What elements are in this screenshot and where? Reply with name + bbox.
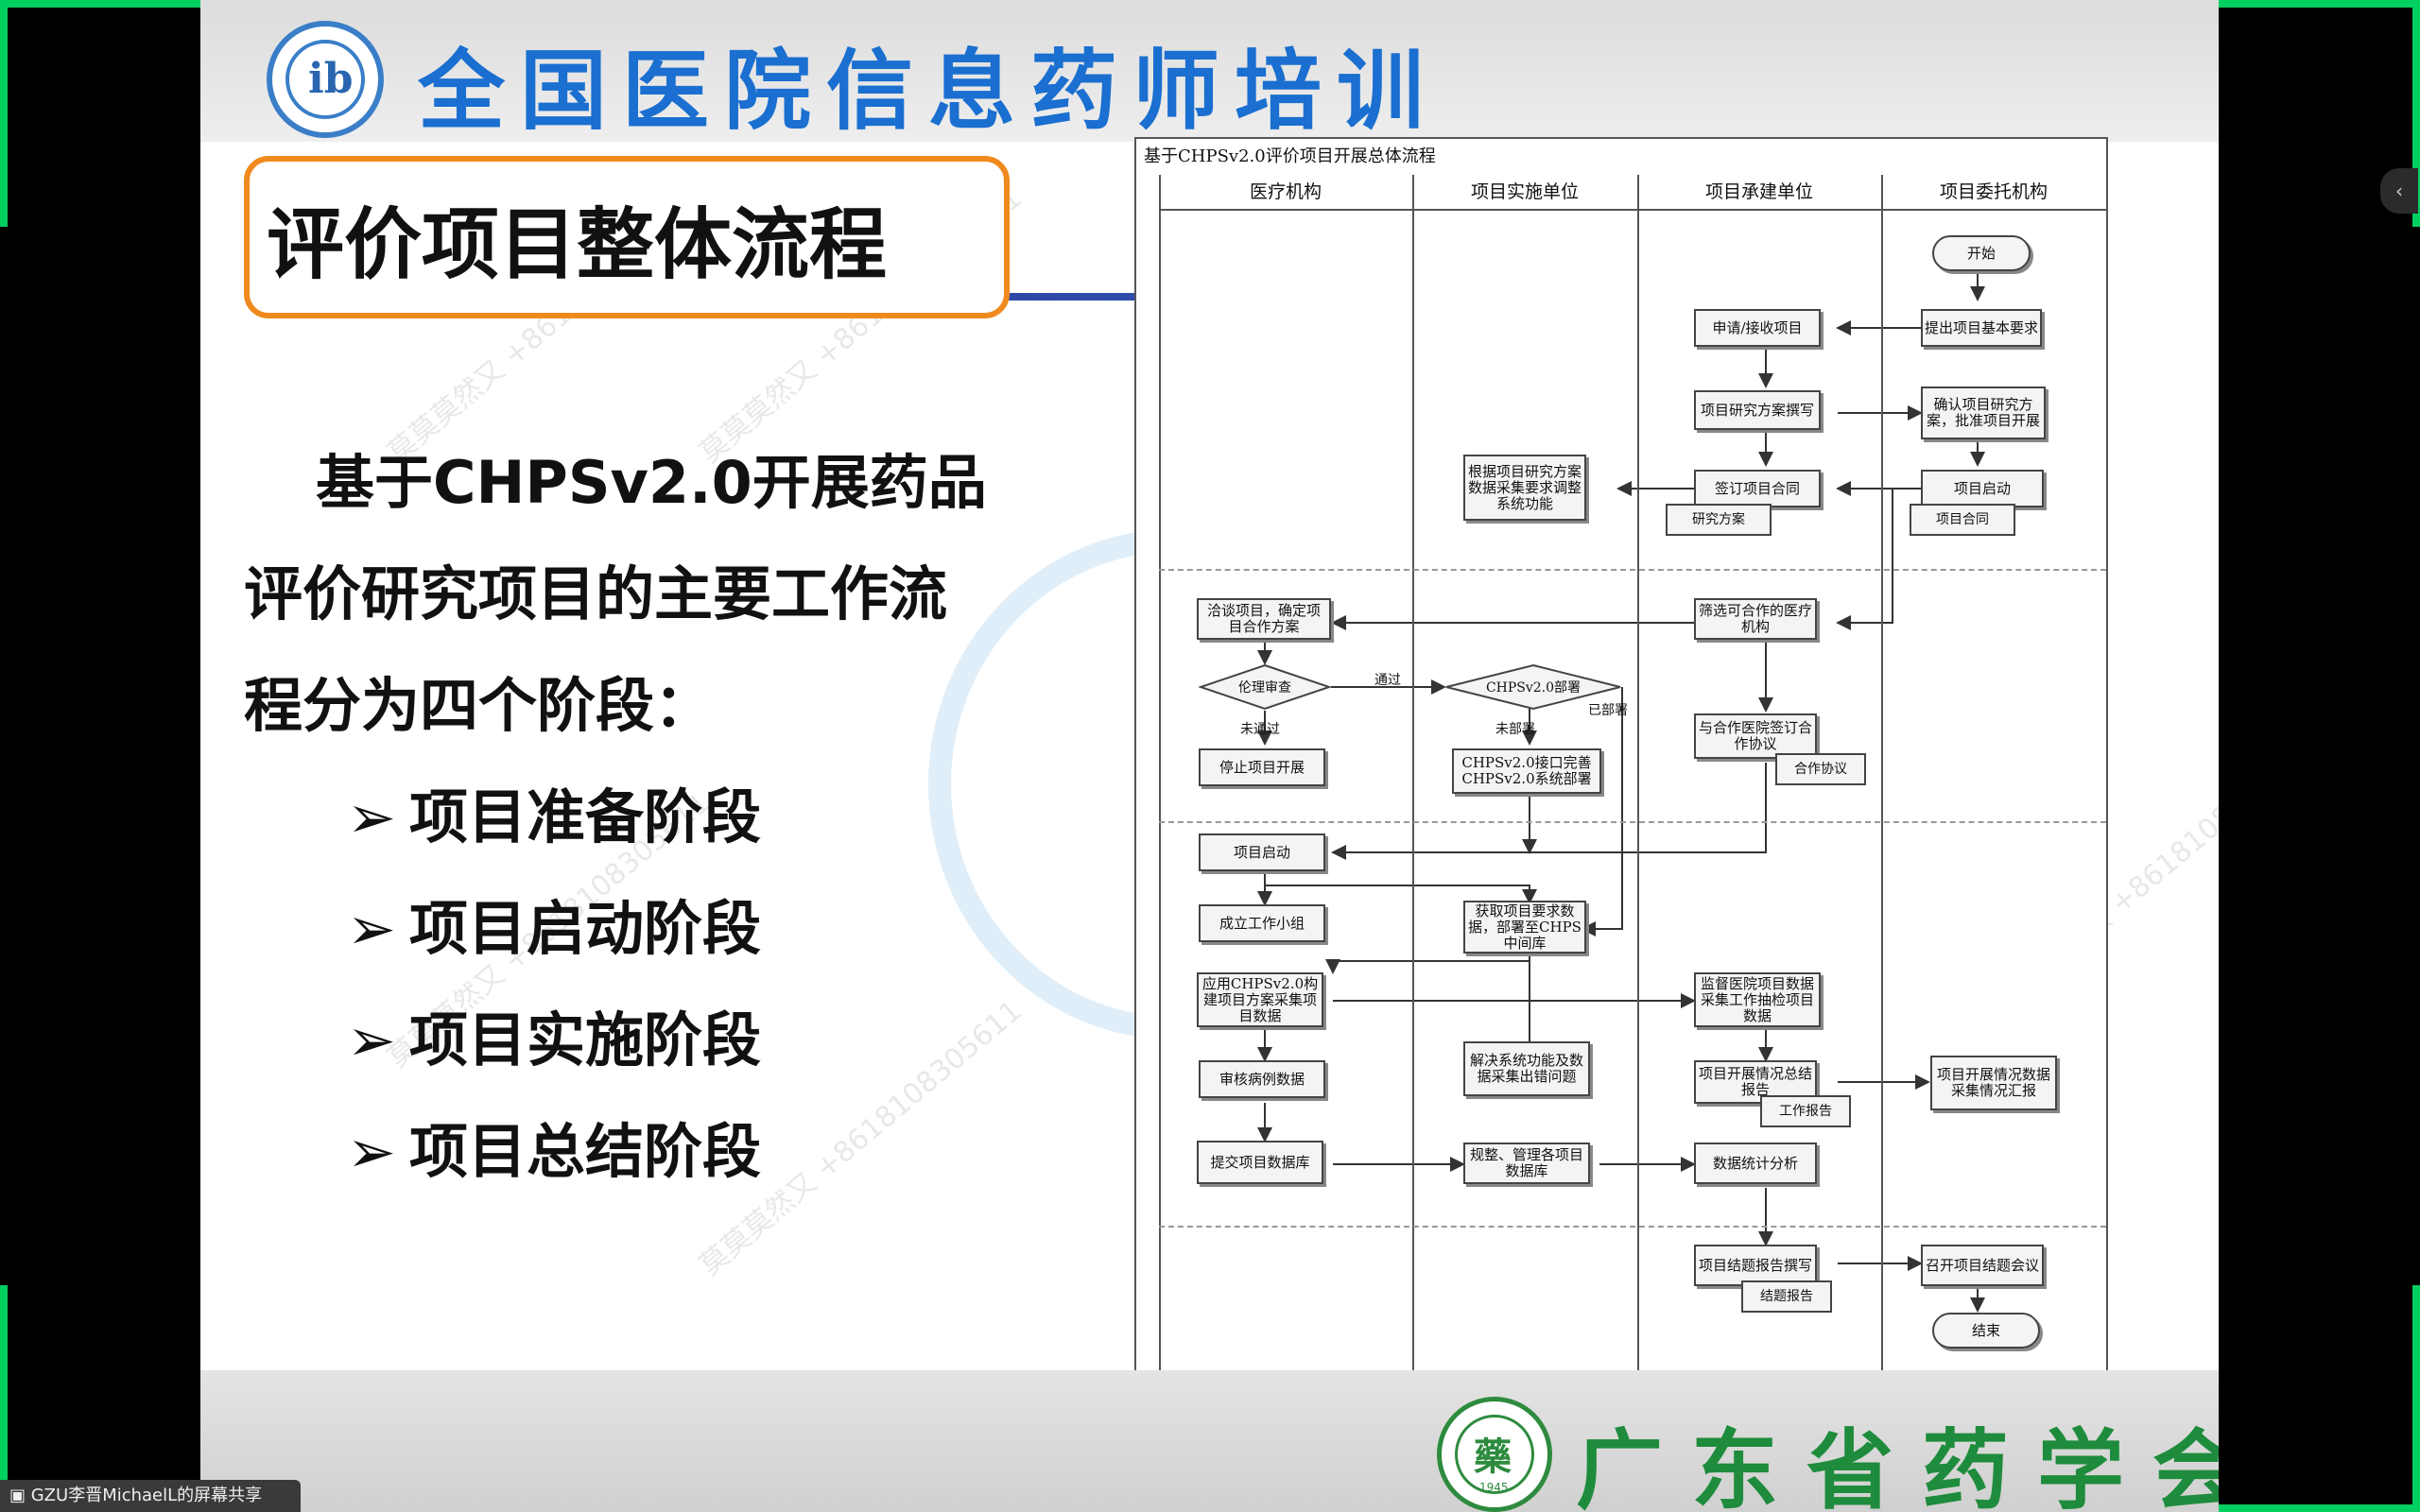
lane-divider [1159, 175, 1161, 1378]
interface-deploy-node: CHPSv2.0接口完善 CHPSv2.0系统部署 [1452, 748, 1601, 794]
intro-line: 程分为四个阶段： [244, 671, 714, 740]
pass-label: 通过 [1374, 673, 1401, 688]
agreement-document: 合作协议 [1775, 753, 1866, 785]
intro-line: 评价研究项目的主要工作流 [244, 559, 948, 628]
research-plan-document: 研究方案 [1666, 504, 1772, 536]
solve-issues-node: 解决系统功能及数据采集出错问题 [1463, 1041, 1590, 1096]
phase-divider [1159, 821, 2106, 823]
corner-bracket-bottom-left-v [0, 1285, 8, 1512]
lane-header: 项目承建单位 [1637, 175, 1881, 211]
negotiate-node: 洽谈项目，确定项目合作方案 [1197, 598, 1331, 640]
stage-item: ➢ 项目实施阶段 [347, 992, 761, 1077]
apply-chps-node: 应用CHPSv2.0构建项目方案采集项目数据 [1197, 972, 1323, 1027]
arrow-bullet-icon: ➢ [347, 1117, 396, 1186]
stop-project-node: 停止项目开展 [1199, 748, 1325, 786]
intro-line: 基于CHPSv2.0开展药品 [316, 448, 987, 517]
work-report-document: 工作报告 [1760, 1095, 1851, 1127]
lane-header: 医疗机构 [1159, 175, 1412, 211]
draft-plan-node: 项目研究方案撰写 [1694, 390, 1821, 430]
lane-divider [2106, 175, 2108, 1378]
organize-database-node: 规整、管理各项目数据库 [1463, 1143, 1590, 1184]
lane-divider [1412, 175, 1414, 1378]
project-launch-node: 项目启动 [1199, 833, 1325, 871]
submit-requirements-node: 提出项目基本要求 [1921, 309, 2042, 347]
corner-bracket-top-right [2193, 0, 2420, 8]
audit-cases-node: 审核病例数据 [1199, 1060, 1325, 1098]
ethics-review-label: 伦理审查 [1238, 680, 1291, 696]
lane-divider [1637, 175, 1639, 1378]
get-data-node: 获取项目要求数据，部署至CHPS中间库 [1463, 901, 1586, 954]
arrow-bullet-icon: ➢ [347, 782, 396, 851]
sign-agreement-node: 与合作医院签订合作协议 [1694, 713, 1817, 759]
not-passed-label: 未通过 [1240, 722, 1280, 737]
screen-share-label: GZU李晋MichaelL的屏幕共享 [30, 1486, 263, 1505]
stage-item: ➢ 项目启动阶段 [347, 881, 761, 966]
flowchart: 基于CHPSv2.0评价项目开展总体流程 医疗机构 项目实施单位 项目承建单位 … [1134, 137, 2108, 1378]
phase-divider [1159, 569, 2106, 571]
corner-bracket-bottom-right-v [2412, 1285, 2420, 1512]
slide: ib 全国医院信息药师培训 莫莫莫然又 +8618108305611 莫莫莫然又… [200, 0, 2219, 1512]
screen-share-icon: ▣ [9, 1486, 31, 1505]
stage-label: 项目启动阶段 [408, 894, 761, 963]
pharmaceutical-association-seal-icon: 藥 1945 [1437, 1397, 1552, 1512]
not-deployed-label: 未部署 [1495, 722, 1535, 737]
seal-character: 藥 [1474, 1435, 1512, 1479]
flowchart-title: 基于CHPSv2.0评价项目开展总体流程 [1144, 146, 1436, 166]
stage-label: 项目准备阶段 [408, 782, 761, 851]
lane-header: 项目实施单位 [1412, 175, 1637, 211]
deployed-label: 已部署 [1588, 703, 1628, 718]
confirm-plan-node: 确认项目研究方案，批准项目开展 [1921, 387, 2046, 439]
supervise-node: 监督医院项目数据采集工作抽检项目数据 [1694, 972, 1821, 1027]
form-team-node: 成立工作小组 [1199, 904, 1325, 942]
arrow-bullet-icon: ➢ [347, 894, 396, 963]
sign-contract-node: 签订项目合同 [1694, 470, 1821, 507]
seal-year: 1945 [1479, 1481, 1509, 1494]
phase-divider [1159, 1226, 2106, 1228]
association-name: 广东省药学会 [1576, 1420, 2219, 1512]
final-report-document: 结题报告 [1741, 1280, 1832, 1313]
stage-label: 项目总结阶段 [408, 1117, 761, 1186]
apply-project-node: 申请/接收项目 [1694, 309, 1821, 347]
launch-node: 项目启动 [1921, 470, 2044, 507]
screen-hospital-node: 筛选可合作的医疗机构 [1694, 598, 1817, 640]
contract-document: 项目合同 [1910, 504, 2015, 536]
lane-divider [1881, 175, 1883, 1378]
chps-deploy-label: CHPSv2.0部署 [1485, 680, 1582, 696]
statistics-node: 数据统计分析 [1694, 1143, 1817, 1184]
training-banner: 全国医院信息药师培训 [418, 41, 1440, 142]
stage-label: 项目实施阶段 [408, 1005, 761, 1074]
slide-title: 评价项目整体流程 [267, 200, 888, 290]
ethics-review-decision: 伦理审查 [1199, 663, 1331, 711]
adjust-system-node: 根据项目研究方案数据采集要求调整系统功能 [1463, 455, 1586, 521]
lane-header: 项目委托机构 [1881, 175, 2106, 211]
final-meeting-node: 召开项目结题会议 [1921, 1245, 2044, 1286]
start-node: 开始 [1932, 235, 2031, 271]
submit-database-node: 提交项目数据库 [1197, 1141, 1323, 1184]
corner-bracket-top-left [0, 0, 227, 8]
end-node: 结束 [1932, 1313, 2040, 1349]
corner-bracket-bottom-right [2193, 1504, 2420, 1512]
hospital-pharmacist-logo-icon: ib [267, 21, 384, 138]
side-panel-toggle-button[interactable]: ‹ [2380, 168, 2418, 214]
screen-share-indicator[interactable]: ▣ GZU李晋MichaelL的屏幕共享 [0, 1480, 301, 1512]
corner-bracket-top-left-v [0, 0, 8, 227]
stage-item: ➢ 项目总结阶段 [347, 1104, 761, 1189]
arrow-bullet-icon: ➢ [347, 1005, 396, 1074]
progress-report-node: 项目开展情况数据采集情况汇报 [1930, 1056, 2057, 1110]
stage-item: ➢ 项目准备阶段 [347, 769, 761, 854]
